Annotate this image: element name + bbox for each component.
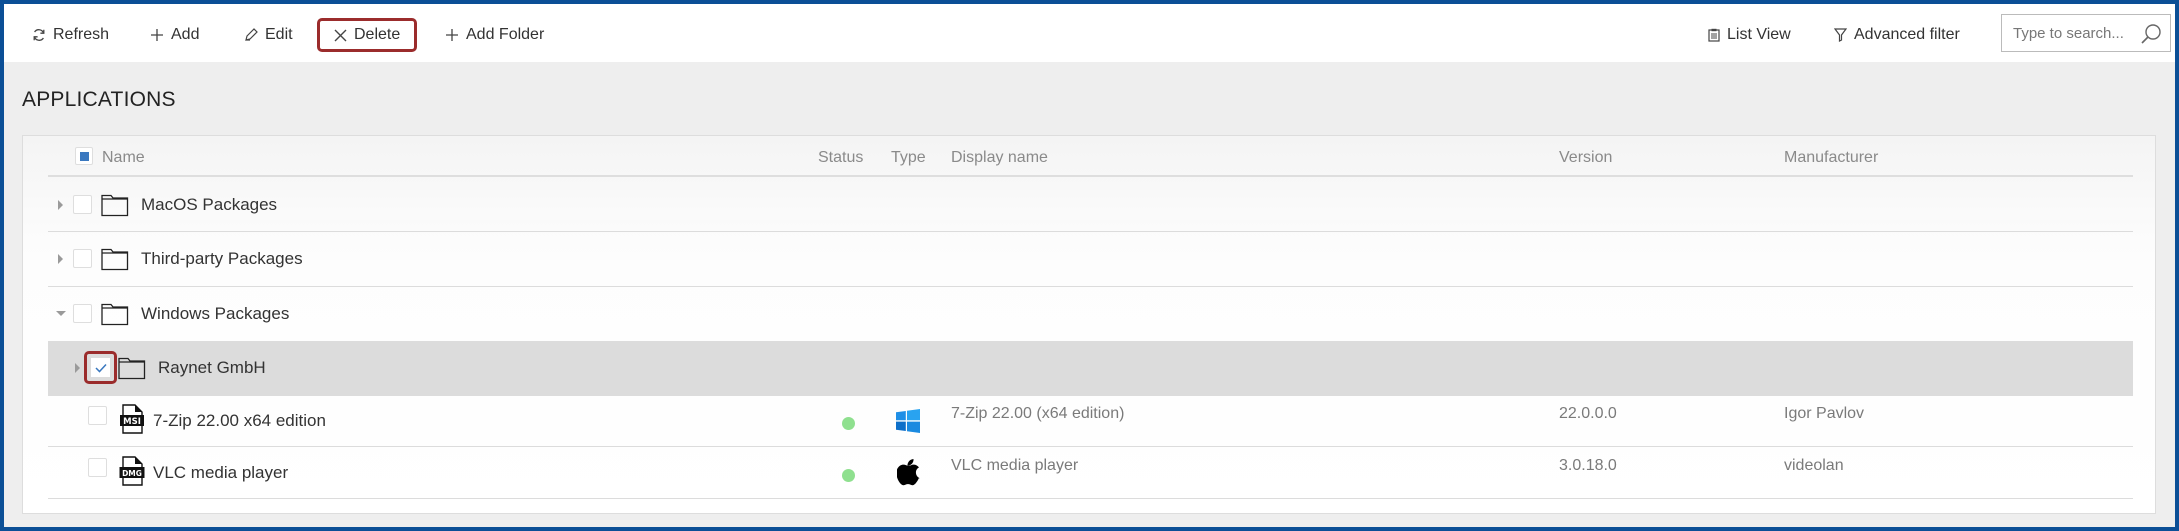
- row-display-name: 7-Zip 22.00 (x64 edition): [951, 405, 1125, 422]
- add-label: Add: [171, 26, 200, 43]
- row-display-name: VLC media player: [951, 457, 1079, 474]
- indeterminate-mark: [79, 151, 89, 161]
- advanced-filter-label: Advanced filter: [1854, 26, 1960, 43]
- row-name: 7-Zip 22.00 x64 edition: [153, 411, 326, 430]
- row-name: VLC media player: [153, 463, 289, 482]
- edit-button[interactable]: Edit: [236, 18, 301, 52]
- row-manufacturer: videolan: [1784, 457, 1844, 474]
- table-row[interactable]: MacOS Packages: [48, 179, 2133, 232]
- status-indicator: [842, 417, 855, 430]
- expand-caret-icon[interactable]: [58, 200, 63, 210]
- svg-text:DMG: DMG: [122, 469, 142, 478]
- column-header-status[interactable]: Status: [818, 149, 863, 167]
- advanced-filter-button[interactable]: Advanced filter: [1826, 18, 1968, 52]
- row-checkbox[interactable]: [73, 304, 92, 323]
- expand-caret-icon[interactable]: [58, 254, 63, 264]
- table-row[interactable]: MSI 7-Zip 22.00 x64 edition 7-Zip 22.00 …: [48, 396, 2133, 447]
- plus-icon: [445, 28, 459, 42]
- column-header-version[interactable]: Version: [1559, 149, 1612, 167]
- row-name: Third-party Packages: [141, 249, 303, 268]
- list-view-button[interactable]: List View: [1700, 18, 1799, 52]
- close-icon: [334, 29, 347, 42]
- delete-button[interactable]: Delete: [317, 18, 418, 52]
- row-checkbox[interactable]: [88, 406, 107, 425]
- windows-icon: [896, 409, 920, 433]
- delete-label: Delete: [354, 26, 401, 43]
- dmg-file-icon: DMG: [119, 456, 145, 486]
- msi-file-icon: MSI: [120, 404, 144, 434]
- row-name: Windows Packages: [141, 304, 290, 323]
- applications-table: Name Status Type Display name Version Ma…: [22, 135, 2156, 514]
- filter-icon: [1834, 28, 1847, 42]
- folder-icon: [101, 248, 129, 271]
- clipboard-icon: [1708, 28, 1720, 42]
- list-view-label: List View: [1727, 26, 1791, 43]
- add-folder-label: Add Folder: [466, 26, 545, 43]
- row-version: 3.0.18.0: [1559, 457, 1617, 474]
- search-box: [2001, 14, 2171, 52]
- row-checkbox[interactable]: [88, 458, 107, 477]
- search-icon[interactable]: [2140, 23, 2162, 50]
- row-name: MacOS Packages: [141, 195, 278, 214]
- folder-icon: [101, 303, 129, 326]
- folder-icon: [101, 194, 129, 217]
- row-name: Raynet GmbH: [158, 358, 266, 377]
- row-version: 22.0.0.0: [1559, 405, 1617, 422]
- table-row-selected[interactable]: Raynet GmbH: [48, 341, 2133, 396]
- row-checkbox[interactable]: [73, 249, 92, 268]
- status-indicator: [842, 469, 855, 482]
- refresh-label: Refresh: [53, 26, 110, 43]
- collapse-caret-icon[interactable]: [56, 311, 66, 316]
- column-header-display-name[interactable]: Display name: [951, 149, 1048, 167]
- table-row[interactable]: DMG VLC media player VLC media player 3.…: [48, 448, 2133, 499]
- expand-caret-icon[interactable]: [75, 363, 80, 373]
- svg-text:MSI: MSI: [123, 417, 141, 427]
- table-header: Name Status Type Display name Version Ma…: [48, 136, 2133, 177]
- plus-icon: [150, 28, 164, 42]
- add-button[interactable]: Add: [142, 18, 207, 52]
- app-window: Refresh Add Edit Delete Add Folder List …: [4, 4, 2175, 527]
- row-checkbox[interactable]: [73, 195, 92, 214]
- row-checkbox-checked[interactable]: [84, 351, 117, 384]
- refresh-icon: [32, 28, 46, 42]
- table-row[interactable]: Windows Packages: [48, 288, 2133, 341]
- column-header-manufacturer[interactable]: Manufacturer: [1784, 149, 1878, 167]
- column-header-type[interactable]: Type: [891, 149, 926, 167]
- checkbox-box: [91, 358, 110, 377]
- add-folder-button[interactable]: Add Folder: [437, 18, 552, 52]
- folder-icon: [118, 357, 146, 380]
- search-input[interactable]: [2013, 24, 2143, 42]
- select-all-checkbox[interactable]: [75, 147, 93, 165]
- table-row[interactable]: Third-party Packages: [48, 233, 2133, 287]
- pencil-icon: [244, 28, 258, 42]
- row-manufacturer: Igor Pavlov: [1784, 405, 1865, 422]
- edit-label: Edit: [265, 26, 293, 43]
- apple-icon: [897, 459, 920, 486]
- page-title: APPLICATIONS: [22, 88, 176, 111]
- checkmark-icon: [94, 363, 107, 373]
- toolbar: Refresh Add Edit Delete Add Folder List …: [4, 4, 2175, 62]
- column-header-name[interactable]: Name: [102, 149, 145, 167]
- refresh-button[interactable]: Refresh: [24, 18, 117, 52]
